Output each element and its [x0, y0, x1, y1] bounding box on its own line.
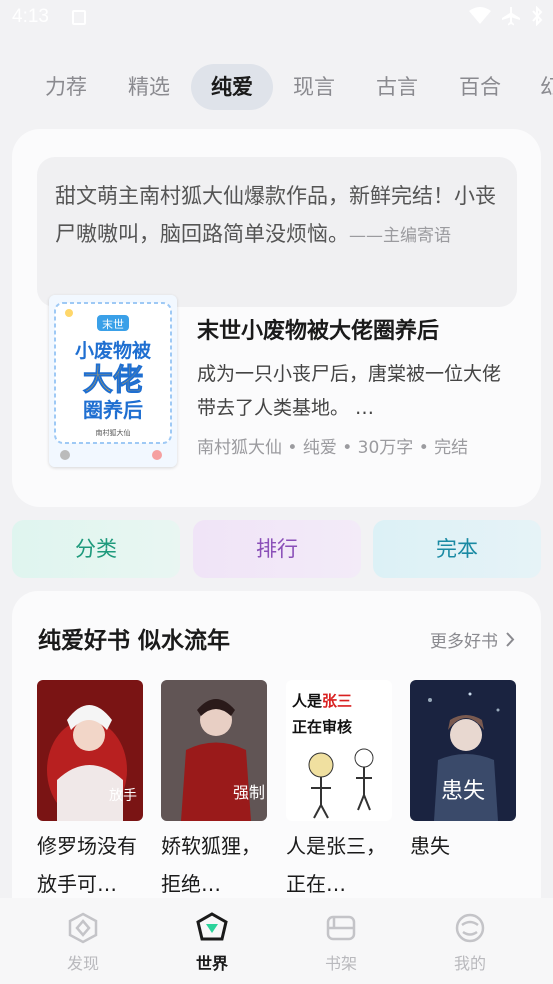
book-item[interactable]: 人是张三 正在审核 人是张三，正在…	[286, 680, 392, 903]
nav-label-world: 世界	[195, 954, 228, 973]
bookshelf-icon	[326, 915, 356, 941]
cover-line1: 小废物被	[75, 339, 151, 362]
book-cover[interactable]: 强制	[161, 680, 267, 821]
nav-profile[interactable]: 我的	[430, 912, 510, 974]
book-cover[interactable]: 人是张三 正在审核	[286, 680, 392, 821]
cover-line3: 圈养后	[83, 398, 143, 422]
world-icon	[196, 912, 228, 941]
featured-book-meta: 南村狐大仙 • 纯爱 • 30万字 • 完结	[197, 438, 469, 458]
profile-icon	[455, 913, 485, 943]
nav-label-bookshelf: 书架	[324, 954, 357, 973]
book-cover[interactable]: 患失	[410, 680, 516, 821]
status-bar: 4:13	[0, 0, 553, 38]
book-item[interactable]: 患失 患失	[410, 680, 516, 865]
nav-world[interactable]: 世界	[172, 912, 252, 974]
recommendation-section: 纯爱好书 似水流年 更多好书 放手 修罗场没有放手可… 强制 娇软狐狸，拒绝… …	[12, 591, 541, 921]
nav-bookshelf[interactable]: 书架	[301, 912, 381, 974]
book-item[interactable]: 强制 娇软狐狸，拒绝…	[161, 680, 267, 903]
tab-baihe[interactable]: 百合	[440, 64, 520, 110]
airplane-icon	[502, 7, 520, 26]
tab-xianyan[interactable]: 现言	[274, 64, 354, 110]
wifi-icon	[469, 7, 491, 24]
more-books-link[interactable]: 更多好书	[430, 627, 515, 652]
tab-chunai[interactable]: 纯爱	[191, 64, 273, 110]
tab-huan[interactable]: 幻	[524, 64, 553, 110]
category-button[interactable]: 分类	[12, 520, 180, 578]
bottom-navigation: 发现 世界 书架 我的	[0, 898, 553, 984]
ranking-button[interactable]: 排行	[193, 520, 361, 578]
quote-signature: ——主编寄语	[349, 226, 451, 246]
status-time: 4:13	[12, 6, 49, 27]
cover-small-text: 末世	[102, 317, 124, 331]
book-cover[interactable]: 放手	[37, 680, 143, 821]
book-title[interactable]: 修罗场没有放手可…	[37, 827, 155, 903]
more-books-label: 更多好书	[430, 632, 498, 652]
section-title: 纯爱好书 似水流年	[38, 628, 231, 654]
svg-text:正在审核: 正在审核	[292, 718, 352, 736]
featured-book-description: 成为一只小丧尸后，唐棠被一位大佬带去了人类基地。 …	[197, 363, 502, 419]
nav-label-profile: 我的	[453, 954, 486, 973]
cover-title-text: 强制	[233, 783, 265, 802]
book-item[interactable]: 放手 修罗场没有放手可…	[37, 680, 143, 903]
category-tabs: 力荐 精选 纯爱 现言 古言 百合 幻	[0, 64, 553, 110]
svg-text:人是张三: 人是张三	[292, 692, 352, 710]
tab-guyan[interactable]: 古言	[357, 64, 437, 110]
book-title[interactable]: 娇软狐狸，拒绝…	[161, 827, 279, 903]
cover-author: 南村狐大仙	[96, 428, 131, 437]
book-title[interactable]: 患失	[410, 827, 528, 865]
editor-quote: 甜文萌主南村狐大仙爆款作品，新鲜完结！小丧尸嗷嗷叫，脑回路简单没烦恼。——主编寄…	[37, 157, 517, 307]
cover-title-text: 放手	[109, 788, 137, 804]
featured-book-title[interactable]: 末世小废物被大佬圈养后	[197, 313, 439, 345]
chevron-right-icon	[506, 632, 515, 647]
notification-icon	[72, 10, 86, 25]
cover-line2: 大佬	[83, 363, 143, 398]
discover-icon	[68, 912, 98, 944]
tab-jingxuan[interactable]: 精选	[109, 64, 189, 110]
featured-book-card[interactable]: 甜文萌主南村狐大仙爆款作品，新鲜完结！小丧尸嗷嗷叫，脑回路简单没烦恼。——主编寄…	[12, 129, 541, 507]
cover-title-text: 患失	[441, 779, 485, 804]
nav-label-discover: 发现	[66, 954, 99, 973]
tab-liji[interactable]: 力荐	[26, 64, 106, 110]
book-title[interactable]: 人是张三，正在…	[286, 827, 404, 903]
nav-discover[interactable]: 发现	[43, 912, 123, 974]
completed-books-button[interactable]: 完本	[373, 520, 541, 578]
featured-book-cover[interactable]: 末世 小废物被 大佬 圈养后 南村狐大仙	[49, 295, 177, 467]
bluetooth-icon	[532, 6, 543, 26]
